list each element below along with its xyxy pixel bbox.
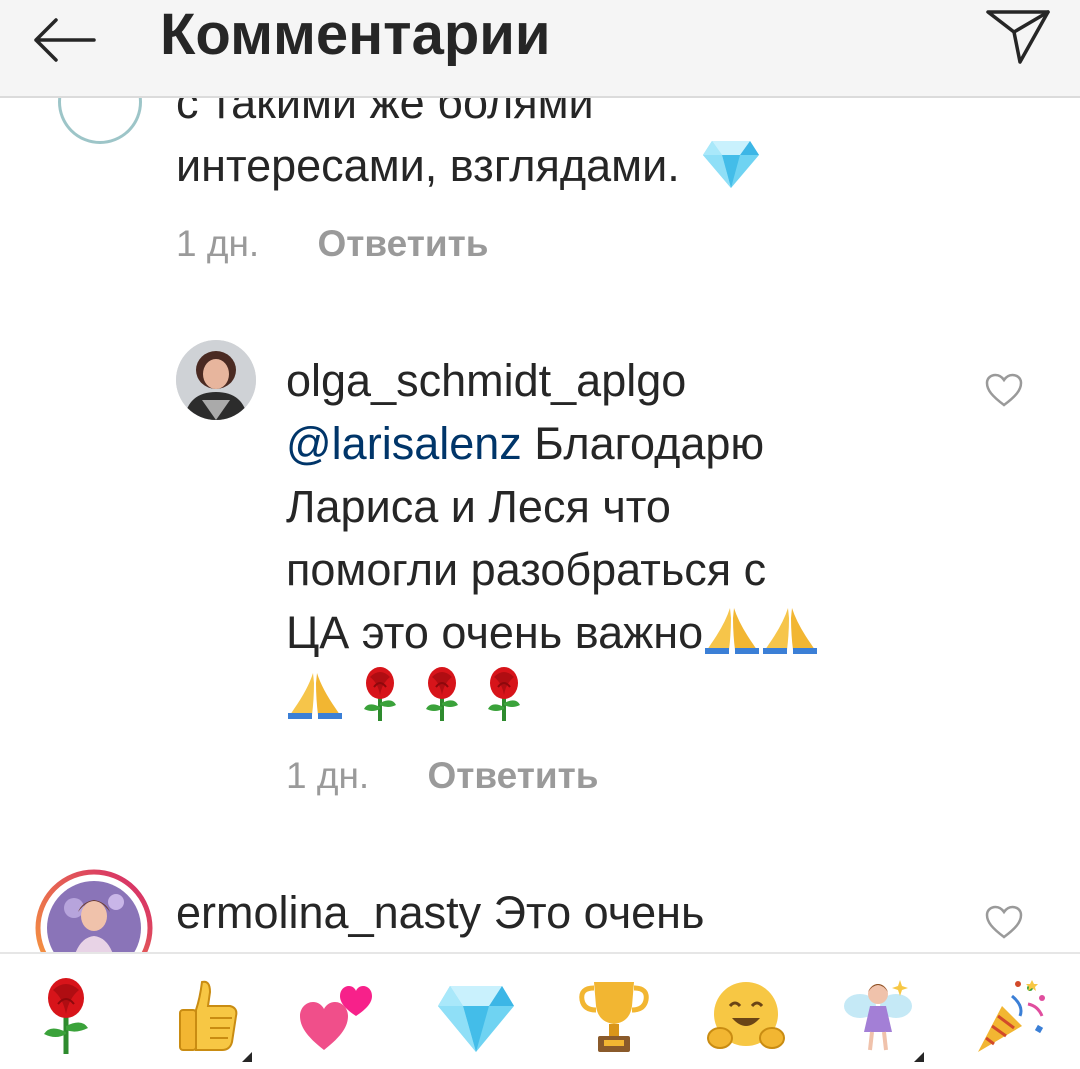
comment-text: Благодарю	[534, 418, 765, 469]
rose-icon	[474, 665, 534, 736]
comments-list[interactable]: с такими же болями интересами, взглядами…	[0, 0, 1080, 952]
arrow-left-icon[interactable]	[28, 12, 100, 68]
rose-icon	[350, 665, 410, 736]
fairy-icon[interactable]	[838, 976, 924, 1062]
heart-outline-icon[interactable]	[984, 372, 1024, 408]
trophy-icon[interactable]	[574, 976, 654, 1056]
page-title: Комментарии	[160, 2, 551, 67]
comment-username[interactable]: ermolina_nasty	[176, 887, 481, 938]
thumbs-up-icon[interactable]	[166, 976, 252, 1062]
heart-outline-icon[interactable]	[984, 904, 1024, 940]
comment-text-line: ЦА это очень важно	[286, 602, 819, 669]
gem-icon[interactable]	[436, 976, 516, 1056]
comment-text-line: интересами, взглядами.	[176, 135, 760, 204]
comment-time: 1 дн.	[286, 755, 370, 796]
reply-button[interactable]: Ответить	[317, 223, 488, 264]
comment-meta: 1 дн. Ответить	[286, 754, 598, 798]
comment-time: 1 дн.	[176, 223, 260, 264]
comment-username[interactable]: olga_schmidt_aplgo	[286, 355, 686, 406]
hugging-face-icon[interactable]	[706, 976, 786, 1056]
comment-text: ЦА это очень важно	[286, 607, 704, 658]
comment-username: olga_schmidt_aplgo	[286, 350, 686, 411]
avatar-photo	[35, 869, 153, 952]
folded-hands-icon	[286, 669, 344, 734]
comment-text-line: ermolina_nasty Это очень	[176, 882, 704, 943]
mention-link[interactable]: @larisalenz	[286, 418, 522, 469]
skin-tone-indicator	[242, 1052, 252, 1062]
paper-plane-icon[interactable]	[984, 6, 1052, 66]
avatar[interactable]	[176, 340, 256, 420]
app-header: Комментарии	[0, 0, 1080, 98]
rose-icon	[412, 665, 472, 736]
skin-tone-indicator	[914, 1052, 924, 1062]
party-popper-icon[interactable]	[972, 976, 1052, 1056]
comment-text-line: @larisalenz Благодарю	[286, 413, 764, 474]
folded-hands-icon	[761, 604, 819, 669]
comment-text-line: помогли разобраться с	[286, 544, 767, 595]
comment-text-line: Лариса и Леся что	[286, 481, 671, 532]
quick-emoji-bar	[0, 952, 1080, 1069]
story-ring-avatar[interactable]	[34, 868, 154, 952]
comment-text: интересами, взглядами.	[176, 140, 680, 191]
comments-screen: с такими же болями интересами, взглядами…	[0, 0, 1080, 1069]
folded-hands-icon	[703, 604, 761, 669]
comment-meta: 1 дн. Ответить	[176, 222, 488, 266]
comment-text-line	[286, 665, 534, 736]
gem-icon	[702, 139, 760, 204]
avatar-photo	[176, 340, 256, 420]
comment-text: Это очень	[493, 887, 705, 938]
two-hearts-icon[interactable]	[298, 976, 378, 1056]
rose-icon[interactable]	[26, 976, 106, 1056]
reply-button[interactable]: Ответить	[427, 755, 598, 796]
